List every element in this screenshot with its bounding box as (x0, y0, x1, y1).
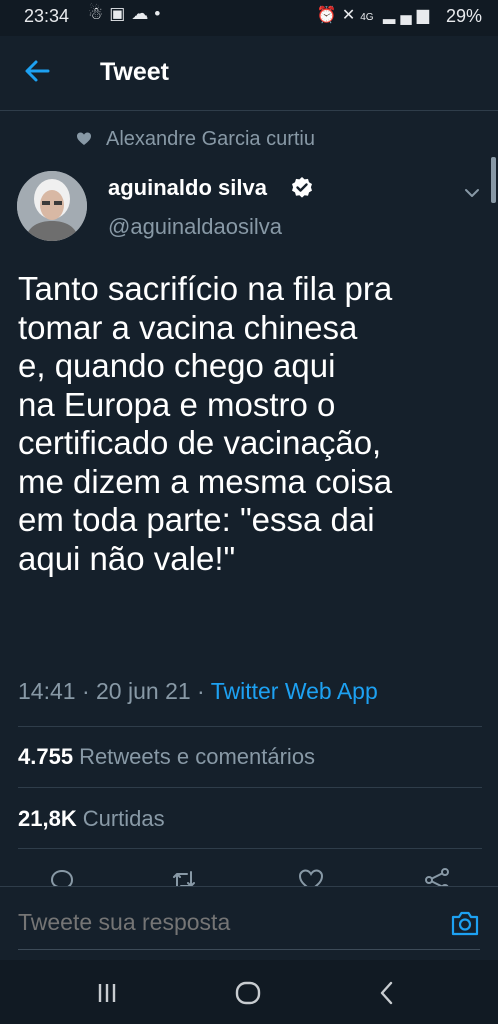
avatar-image (17, 171, 87, 241)
4g-icon: 4G (360, 12, 374, 23)
gallery-icon: ▣ (109, 4, 132, 23)
heart-icon (77, 132, 91, 145)
tweet-meta: 14:41 · 20 jun 21 · Twitter Web App (18, 678, 378, 705)
likes-count: 21,8K (18, 806, 77, 831)
system-navigation-bar (0, 960, 498, 1024)
retweets-stat[interactable]: 4.755 Retweets e comentários (18, 744, 315, 770)
scrollbar[interactable] (491, 157, 496, 203)
reply-underline (18, 949, 480, 950)
retweets-label: Retweets e comentários (79, 744, 316, 769)
social-context-text: Alexandre Garcia curtiu (106, 128, 315, 150)
alarm-icon: ⏰ (316, 7, 342, 24)
likes-label: Curtidas (82, 806, 165, 831)
likes-stat[interactable]: 21,8K Curtidas (18, 806, 165, 832)
divider (18, 848, 482, 849)
meta-separator: · (81, 678, 90, 704)
page-title: Tweet (100, 58, 169, 86)
divider (18, 787, 482, 788)
back-button[interactable] (22, 56, 56, 90)
camera-icon[interactable] (450, 909, 480, 937)
meta-separator: · (197, 678, 205, 704)
mute-icon: ✕ (341, 7, 361, 24)
tweet-date: 20 jun 21 (96, 678, 191, 704)
reply-input[interactable] (18, 909, 398, 936)
status-bar: 23:34 ☃▣☁• ⏰✕4G ▂▄▆ 29% (0, 0, 498, 36)
reply-bar (0, 886, 498, 961)
recent-apps-icon[interactable] (92, 978, 122, 1008)
verified-badge-icon (292, 177, 312, 198)
cloud-icon: ☁ (131, 4, 155, 23)
like-icon[interactable] (297, 866, 325, 888)
avatar[interactable] (17, 171, 87, 241)
system-icons: ⏰✕4G ▂▄▆ (317, 5, 434, 25)
signal-icon: ▂▄▆ (383, 7, 434, 24)
author-handle[interactable]: @aguinaldaosilva (108, 214, 282, 240)
app-header: Tweet (0, 36, 498, 111)
author-name[interactable]: aguinaldo silva (108, 175, 267, 201)
tweet-source-link[interactable]: Twitter Web App (211, 678, 378, 704)
chevron-down-icon[interactable] (461, 182, 483, 204)
tweet-text: Tanto sacrifício na fila pra tomar a vac… (18, 270, 393, 577)
tweet-actions (0, 862, 498, 888)
tweet-time: 14:41 (18, 678, 76, 704)
reply-icon[interactable] (48, 866, 76, 888)
divider (18, 726, 482, 727)
dot-icon: • (154, 4, 167, 23)
retweets-count: 4.755 (18, 744, 74, 769)
notification-icons: ☃▣☁• (88, 4, 166, 24)
share-icon[interactable] (423, 866, 451, 888)
arrow-left-icon (25, 60, 50, 82)
back-nav-icon[interactable] (372, 978, 402, 1008)
person-icon: ☃ (88, 4, 110, 23)
status-time: 23:34 (24, 6, 70, 26)
battery-level: 29% (445, 6, 482, 26)
home-icon[interactable] (233, 978, 263, 1008)
retweet-icon[interactable] (170, 866, 198, 888)
